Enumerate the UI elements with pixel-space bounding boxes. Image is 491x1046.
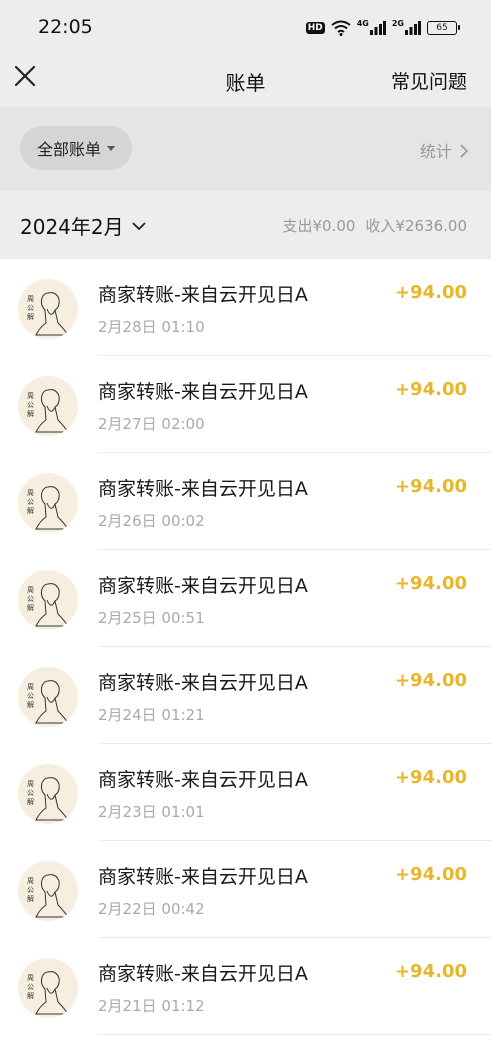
transaction-row[interactable]: 周 公 解 商家转账-来自云开见日A 2月26日 00:02 +94.00 [0, 453, 491, 550]
transaction-amount: +94.00 [394, 767, 467, 788]
transaction-amount: +94.00 [394, 573, 467, 594]
transaction-title: 商家转账-来自云开见日A [98, 672, 308, 694]
income-total: 收入¥2636.00 [365, 217, 467, 235]
expense-total: 支出¥0.00 [282, 217, 356, 235]
transaction-row[interactable]: 周 公 解 商家转账-来自云开见日A 2月21日 01:12 +94.00 [0, 938, 491, 1035]
network-4g-label: 4G [356, 18, 369, 28]
svg-text:解: 解 [27, 506, 34, 515]
transaction-time: 2月21日 01:12 [98, 997, 205, 1015]
status-time: 22:05 [38, 16, 93, 38]
transaction-title: 商家转账-来自云开见日A [98, 575, 308, 597]
merchant-avatar: 周 公 解 [18, 764, 78, 824]
wifi-icon [331, 20, 351, 36]
svg-text:解: 解 [27, 603, 34, 612]
transaction-row[interactable]: 周 公 解 商家转账-来自云开见日A 2月24日 01:21 +94.00 [0, 647, 491, 744]
svg-text:公: 公 [27, 498, 34, 506]
transaction-row[interactable]: 周 公 解 商家转账-来自云开见日A 2月28日 01:10 +94.00 [0, 259, 491, 356]
svg-text:公: 公 [27, 595, 34, 603]
merchant-avatar: 周 公 解 [18, 861, 78, 921]
transaction-amount: +94.00 [394, 282, 467, 303]
svg-text:公: 公 [27, 886, 34, 894]
transaction-amount: +94.00 [394, 476, 467, 497]
transaction-amount: +94.00 [394, 670, 467, 691]
svg-text:周: 周 [27, 877, 34, 885]
svg-text:周: 周 [27, 586, 34, 594]
transaction-time: 2月28日 01:10 [98, 318, 205, 336]
month-label: 2024年2月 [20, 215, 124, 239]
svg-text:解: 解 [27, 797, 34, 806]
caret-down-icon [107, 145, 115, 151]
stats-label: 统计 [419, 142, 452, 161]
transaction-title: 商家转账-来自云开见日A [98, 963, 308, 985]
svg-text:解: 解 [27, 409, 34, 418]
transaction-row[interactable]: 周 公 解 商家转账-来自云开见日A 2月25日 00:51 +94.00 [0, 550, 491, 647]
merchant-avatar: 周 公 解 [18, 279, 78, 339]
transaction-time: 2月22日 00:42 [98, 900, 205, 918]
merchant-avatar: 周 公 解 [18, 570, 78, 630]
chevron-right-icon [460, 144, 469, 158]
merchant-avatar: 周 公 解 [18, 473, 78, 533]
hd-badge: HD [305, 22, 325, 34]
filter-bar: 全部账单 统计 [0, 107, 491, 191]
chevron-down-icon [131, 221, 146, 230]
transaction-time: 2月24日 01:21 [98, 706, 205, 724]
svg-text:公: 公 [27, 692, 34, 700]
transaction-time: 2月23日 01:01 [98, 803, 205, 821]
month-header: 2024年2月 支出¥0.00 收入¥2636.00 [0, 191, 491, 259]
svg-text:周: 周 [27, 295, 34, 303]
merchant-avatar: 周 公 解 [18, 667, 78, 727]
transaction-time: 2月25日 00:51 [98, 609, 205, 627]
svg-text:周: 周 [27, 974, 34, 982]
transaction-title: 商家转账-来自云开见日A [98, 478, 308, 500]
month-selector[interactable]: 2024年2月 [20, 211, 146, 240]
transaction-amount: +94.00 [394, 864, 467, 885]
network-2g-label: 2G [391, 18, 404, 28]
signal-icon [369, 21, 386, 35]
transaction-row[interactable]: 周 公 解 商家转账-来自云开见日A 2月23日 01:01 +94.00 [0, 744, 491, 841]
nav-bar: 账单 常见问题 [0, 55, 491, 107]
svg-text:公: 公 [27, 401, 34, 409]
svg-text:周: 周 [27, 392, 34, 400]
svg-text:公: 公 [27, 983, 34, 991]
svg-text:公: 公 [27, 789, 34, 797]
transaction-row[interactable]: 周 公 解 商家转账-来自云开见日A 2月27日 02:00 +94.00 [0, 356, 491, 453]
svg-text:周: 周 [27, 683, 34, 691]
bill-filter-label: 全部账单 [36, 140, 101, 159]
battery-level: 65 [436, 23, 448, 33]
svg-text:解: 解 [27, 700, 34, 709]
merchant-avatar: 周 公 解 [18, 958, 78, 1018]
svg-text:公: 公 [27, 304, 34, 312]
transaction-time: 2月27日 02:00 [98, 415, 205, 433]
faq-button[interactable]: 常见问题 [391, 67, 467, 94]
status-bar: 22:05 HD 4G 2G 65 [0, 0, 491, 55]
svg-text:解: 解 [27, 312, 34, 321]
transaction-title: 商家转账-来自云开见日A [98, 866, 308, 888]
merchant-avatar: 周 公 解 [18, 376, 78, 436]
svg-text:周: 周 [27, 489, 34, 497]
status-icons: HD 4G 2G 65 [305, 18, 460, 38]
svg-text:周: 周 [27, 780, 34, 788]
signal-icon [405, 21, 421, 35]
svg-text:解: 解 [27, 991, 34, 1000]
svg-text:解: 解 [27, 894, 34, 903]
transaction-row[interactable]: 周 公 解 商家转账-来自云开见日A 2月22日 00:42 +94.00 [0, 841, 491, 938]
bill-filter-dropdown[interactable]: 全部账单 [20, 126, 132, 170]
transaction-title: 商家转账-来自云开见日A [98, 381, 308, 403]
stats-button[interactable]: 统计 [420, 138, 469, 162]
transaction-title: 商家转账-来自云开见日A [98, 284, 308, 306]
month-summary: 支出¥0.00 收入¥2636.00 [282, 215, 467, 236]
transaction-amount: +94.00 [394, 379, 467, 400]
battery-icon: 65 [427, 21, 460, 35]
divider [98, 1034, 491, 1035]
transaction-title: 商家转账-来自云开见日A [98, 769, 308, 791]
transaction-time: 2月26日 00:02 [98, 512, 205, 530]
transaction-list: 周 公 解 商家转账-来自云开见日A 2月28日 01:10 +94.00 周 … [0, 259, 491, 1046]
transaction-amount: +94.00 [394, 961, 467, 982]
